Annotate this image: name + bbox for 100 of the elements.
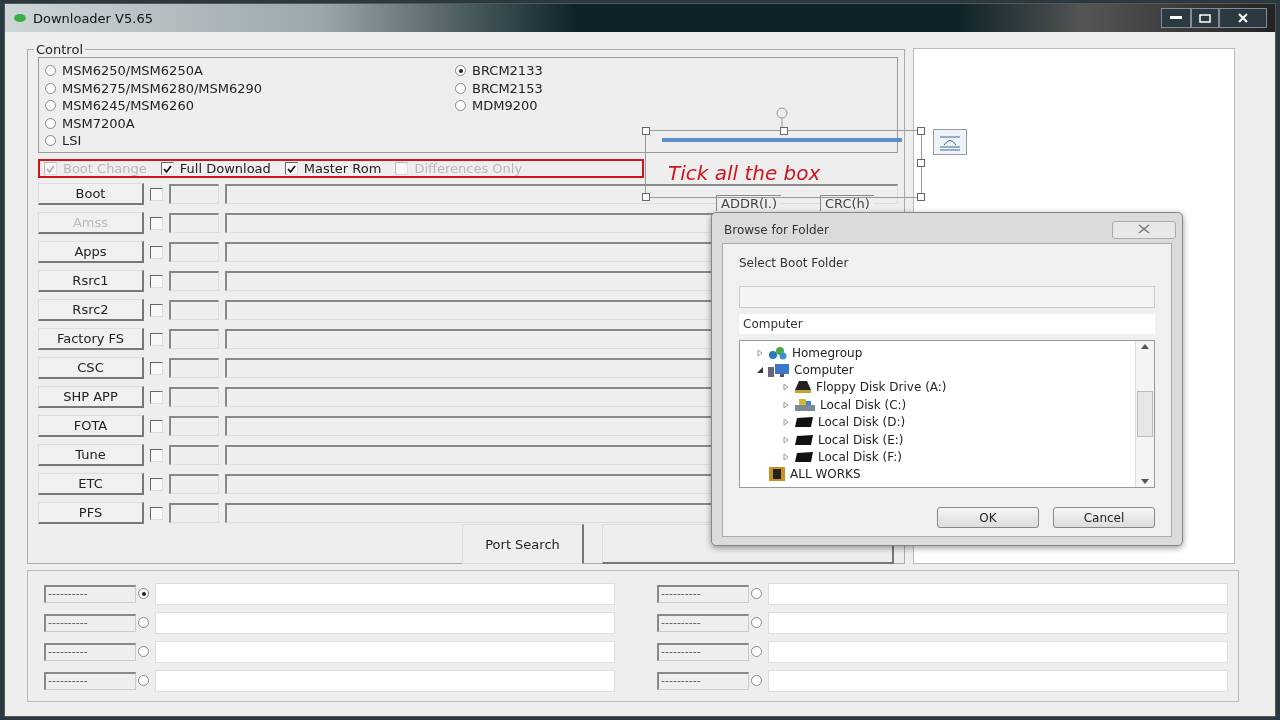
port-search-button[interactable]: Port Search	[462, 524, 584, 564]
radio-button[interactable]	[138, 617, 149, 628]
path-field[interactable]: Computer	[739, 314, 1155, 334]
resize-handle[interactable]	[917, 159, 925, 167]
address-field[interactable]	[169, 387, 219, 407]
file-button[interactable]: Apps	[38, 241, 144, 263]
minimize-button[interactable]	[1161, 8, 1191, 28]
tree-item[interactable]: Local Disk (E:)	[818, 432, 904, 447]
system-disk-icon	[794, 397, 816, 412]
checkbox[interactable]	[150, 448, 163, 462]
rotate-handle-icon[interactable]	[774, 107, 790, 127]
checkbox[interactable]	[150, 361, 163, 375]
tree-item[interactable]: Homegroup	[792, 345, 863, 360]
address-field[interactable]	[169, 242, 219, 262]
port-status-field[interactable]	[768, 582, 1228, 605]
checkbox[interactable]	[150, 390, 163, 404]
file-button[interactable]: Factory FS	[38, 328, 144, 350]
tree-item[interactable]: Local Disk (D:)	[818, 415, 906, 430]
checkbox[interactable]	[150, 274, 163, 288]
radio-label: LSI	[62, 133, 82, 149]
address-field[interactable]	[169, 416, 219, 436]
radio-label: BRCM2133	[472, 63, 543, 79]
library-icon	[768, 466, 786, 483]
address-field[interactable]	[169, 445, 219, 465]
file-button[interactable]: PFS	[38, 502, 144, 524]
checkbox[interactable]	[150, 506, 163, 520]
resize-handle[interactable]	[642, 127, 650, 135]
radio-button[interactable]	[751, 646, 762, 657]
file-button[interactable]: SHP APP	[38, 386, 144, 408]
file-button[interactable]: FOTA	[38, 415, 144, 437]
resize-handle[interactable]	[642, 193, 650, 201]
maximize-button[interactable]	[1191, 8, 1219, 28]
radio-button[interactable]	[455, 65, 466, 77]
port-label: ----------	[44, 642, 136, 661]
scroll-up-icon[interactable]	[1141, 344, 1149, 349]
port-label: ----------	[44, 671, 136, 690]
tree-item[interactable]: Local Disk (F:)	[818, 450, 902, 465]
cancel-button[interactable]: Cancel	[1053, 507, 1155, 528]
tree-item[interactable]: Local Disk (C:)	[820, 397, 907, 412]
checkbox[interactable]	[150, 187, 163, 201]
radio-button[interactable]	[45, 135, 56, 147]
checkbox[interactable]	[150, 332, 163, 346]
port-status-field[interactable]	[155, 582, 615, 605]
file-button[interactable]: ETC	[38, 473, 144, 495]
file-button[interactable]: Rsrc1	[38, 270, 144, 292]
radio-button[interactable]	[45, 117, 56, 129]
radio-button[interactable]	[751, 617, 762, 628]
resize-handle[interactable]	[917, 193, 925, 201]
radio-label: MSM6245/MSM6260	[62, 98, 194, 114]
resize-handle[interactable]	[917, 127, 925, 135]
radio-button[interactable]	[45, 65, 56, 77]
file-button[interactable]: Tune	[38, 444, 144, 466]
address-field[interactable]	[169, 329, 219, 349]
radio-button[interactable]	[751, 675, 762, 686]
scroll-thumb[interactable]	[1137, 391, 1153, 437]
ok-button[interactable]: OK	[937, 507, 1039, 528]
radio-button[interactable]	[45, 100, 56, 112]
scroll-down-icon[interactable]	[1141, 479, 1149, 484]
port-status-field[interactable]	[155, 640, 615, 663]
address-field[interactable]	[169, 474, 219, 494]
layout-options-icon[interactable]	[933, 129, 967, 155]
file-button[interactable]: Rsrc2	[38, 299, 144, 321]
file-button[interactable]: Boot	[38, 183, 144, 205]
radio-button[interactable]	[751, 588, 762, 599]
close-button[interactable]	[1219, 8, 1267, 28]
radio-button[interactable]	[138, 675, 149, 686]
checkbox[interactable]	[150, 419, 163, 433]
checkbox[interactable]	[160, 162, 174, 175]
checkbox[interactable]	[150, 245, 163, 259]
address-field[interactable]	[169, 213, 219, 233]
address-field[interactable]	[169, 184, 219, 204]
tree-item[interactable]: Computer	[794, 363, 854, 378]
tree-item[interactable]: Floppy Disk Drive (A:)	[816, 380, 947, 395]
disk-drive-icon	[794, 451, 814, 464]
tree-item[interactable]: ALL WORKS	[790, 467, 861, 482]
port-status-field[interactable]	[768, 640, 1228, 663]
radio-button[interactable]	[138, 646, 149, 657]
file-button[interactable]: CSC	[38, 357, 144, 379]
expanded-triangle-icon[interactable]	[756, 366, 764, 375]
text-field[interactable]	[739, 286, 1155, 308]
radio-button[interactable]	[455, 100, 466, 112]
port-status-field[interactable]	[155, 669, 615, 692]
address-field[interactable]	[169, 300, 219, 320]
port-status-field[interactable]	[768, 669, 1228, 692]
app-icon	[13, 13, 27, 23]
checkbox[interactable]	[150, 303, 163, 317]
port-status-field[interactable]	[768, 611, 1228, 634]
scrollbar[interactable]	[1135, 341, 1154, 487]
collapsed-triangle-icon[interactable]	[756, 348, 764, 357]
computer-icon	[768, 363, 790, 378]
address-field[interactable]	[169, 271, 219, 291]
radio-button[interactable]	[45, 82, 56, 94]
radio-button[interactable]	[455, 82, 466, 94]
resize-handle[interactable]	[780, 127, 788, 135]
checkbox[interactable]	[150, 477, 163, 491]
address-field[interactable]	[169, 358, 219, 378]
port-status-field[interactable]	[155, 611, 615, 634]
address-field[interactable]	[169, 503, 219, 523]
checkbox[interactable]	[284, 162, 298, 175]
radio-button[interactable]	[138, 588, 149, 599]
